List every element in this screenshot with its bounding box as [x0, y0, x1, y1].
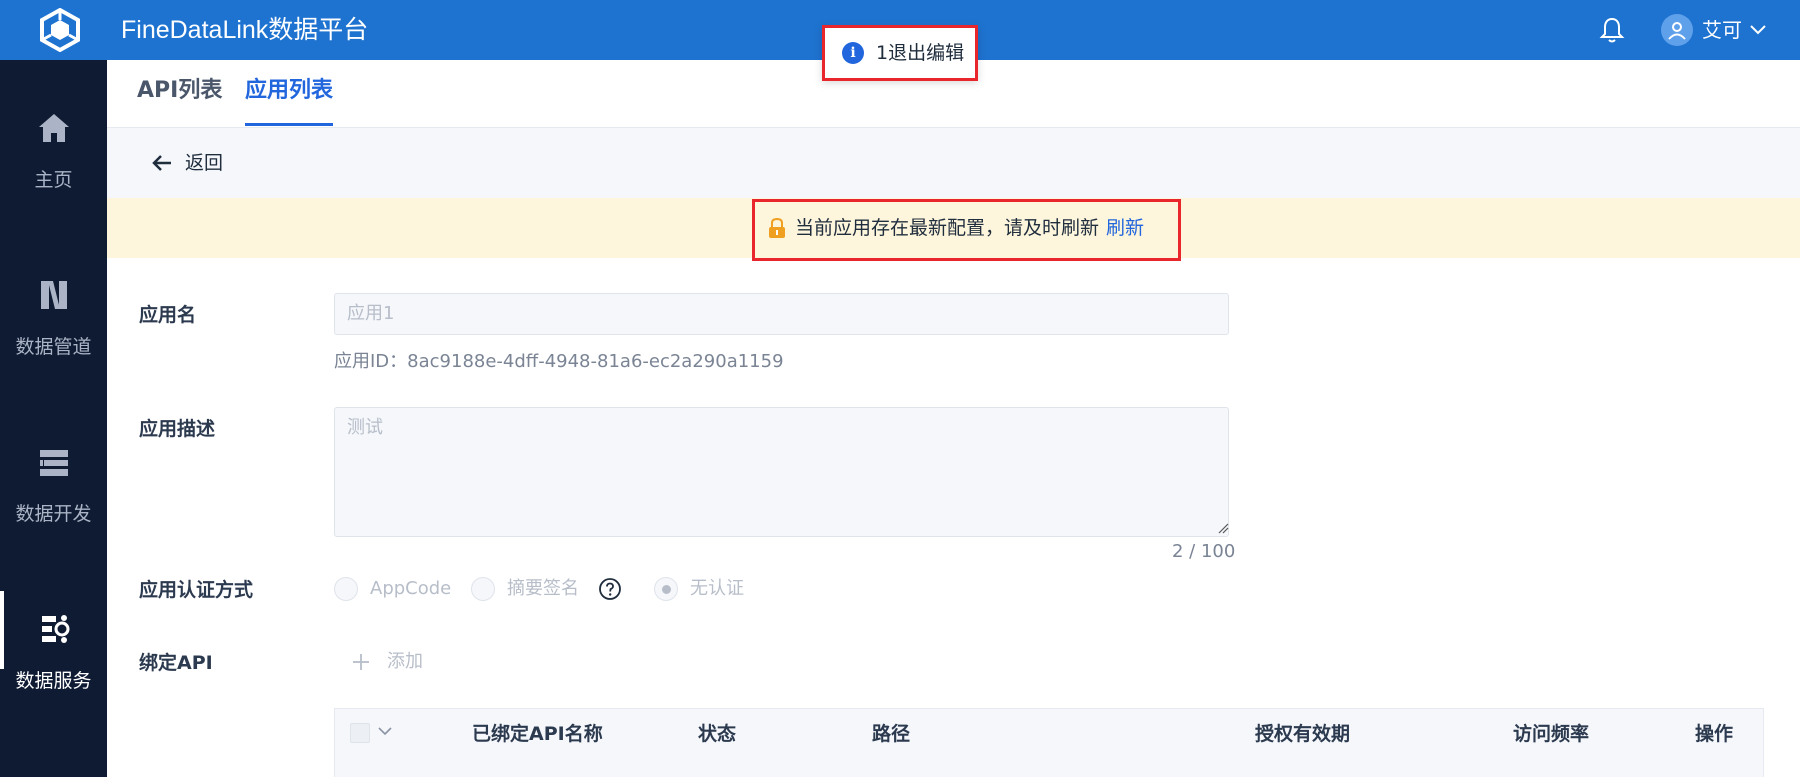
home-icon — [38, 114, 69, 142]
notification-bell-icon[interactable] — [1599, 16, 1625, 44]
radio-no-auth[interactable] — [654, 577, 678, 601]
radio-digest-signature[interactable] — [471, 577, 495, 601]
back-button[interactable]: 返回 — [185, 150, 223, 176]
column-header-actions: 操作 — [1695, 723, 1734, 745]
sidebar-item-home[interactable]: 主页 — [0, 60, 107, 210]
chevron-down-icon[interactable] — [1749, 20, 1767, 38]
refresh-warning-bar: 当前应用存在最新配置，请及时刷新 刷新 — [107, 198, 1800, 261]
user-icon — [1668, 22, 1686, 40]
info-icon: i — [842, 42, 864, 64]
column-header-auth-validity: 授权有效期 — [1255, 723, 1351, 745]
radio-appcode[interactable] — [334, 577, 358, 601]
radio-label-digest-signature: 摘要签名 — [507, 578, 579, 599]
development-icon — [39, 450, 68, 476]
select-all-checkbox[interactable] — [350, 723, 370, 743]
column-header-api-name: 已绑定API名称 — [472, 723, 603, 745]
app-name-input[interactable]: 应用1 — [334, 293, 1229, 335]
auth-method-radio-group: AppCode 摘要签名 无认证 — [334, 575, 934, 605]
sidebar-item-data-pipeline[interactable]: 数据管道 — [0, 227, 107, 377]
bound-api-table: 已绑定API名称 状态 路径 授权有效期 访问频率 操作 — [334, 708, 1764, 777]
column-header-path: 路径 — [872, 723, 911, 745]
auth-method-label: 应用认证方式 — [139, 579, 254, 601]
description-char-counter: 2 / 100 — [1172, 541, 1236, 562]
app-id-text: 应用ID：8ac9188e-4dff-4948-81a6-ec2a290a115… — [334, 351, 784, 372]
bind-api-label: 绑定API — [139, 652, 213, 674]
tab-app-list[interactable]: 应用列表 — [245, 76, 334, 126]
back-bar: 返回 — [107, 128, 1800, 198]
resize-handle-icon[interactable] — [1217, 522, 1229, 534]
column-header-access-rate: 访问频率 — [1513, 723, 1590, 745]
pipeline-icon — [40, 281, 67, 309]
add-api-label: 添加 — [387, 651, 423, 672]
radio-label-appcode: AppCode — [370, 578, 452, 599]
back-arrow-icon[interactable] — [151, 152, 173, 174]
sidebar-item-label: 数据管道 — [15, 336, 92, 358]
main-content: API列表 应用列表 返回 当前应用存在最新配置，请及时刷新 刷新 应用名 应用… — [107, 60, 1800, 777]
help-icon[interactable] — [598, 577, 622, 601]
refresh-link[interactable]: 刷新 — [1106, 215, 1144, 241]
sidebar-item-label: 数据开发 — [15, 503, 92, 525]
user-avatar[interactable] — [1661, 14, 1693, 46]
plus-icon — [353, 654, 369, 670]
app-description-textarea[interactable]: 测试 — [334, 407, 1229, 537]
sidebar-item-data-service[interactable]: 数据服务 — [0, 561, 107, 711]
column-header-status: 状态 — [698, 723, 737, 745]
app-title: FineDataLink数据平台 — [121, 16, 369, 44]
app-logo-icon[interactable] — [38, 8, 82, 52]
tab-api-list[interactable]: API列表 — [137, 76, 222, 106]
user-name[interactable]: 艾可 — [1702, 17, 1742, 43]
data-service-icon — [41, 615, 69, 643]
toast-message: 1退出编辑 — [876, 42, 965, 64]
app-name-label: 应用名 — [139, 304, 197, 326]
app-description-label: 应用描述 — [139, 418, 216, 440]
radio-label-no-auth: 无认证 — [690, 578, 744, 599]
sidebar-item-label: 主页 — [34, 169, 73, 191]
exit-edit-toast: i 1退出编辑 — [822, 25, 978, 81]
chevron-down-icon[interactable] — [377, 723, 393, 739]
sidebar: 主页 数据管道 数据开发 数据服务 — [0, 60, 107, 777]
sidebar-item-data-development[interactable]: 数据开发 — [0, 394, 107, 544]
warning-text: 当前应用存在最新配置，请及时刷新 — [795, 217, 1100, 239]
lock-icon — [769, 217, 785, 238]
sidebar-item-label: 数据服务 — [15, 670, 92, 692]
